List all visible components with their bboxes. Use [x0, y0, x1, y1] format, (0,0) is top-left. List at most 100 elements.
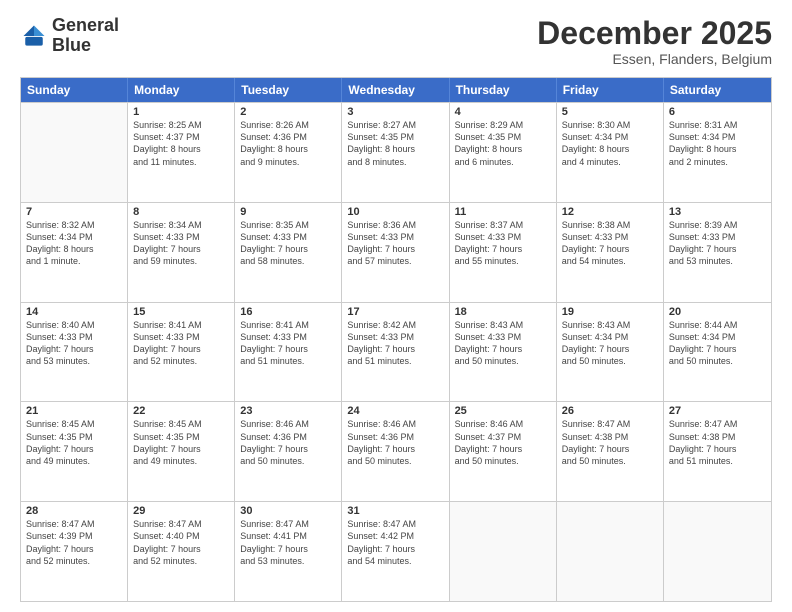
daylight-text: Daylight: 7 hours — [455, 243, 551, 255]
daylight-text: Daylight: 7 hours — [347, 343, 443, 355]
weekday-header: Tuesday — [235, 78, 342, 102]
day-number: 25 — [455, 405, 551, 417]
daylight-text: Daylight: 7 hours — [562, 343, 658, 355]
sunset-text: Sunset: 4:34 PM — [669, 331, 766, 343]
day-number: 17 — [347, 306, 443, 318]
daylight-text-cont: and 6 minutes. — [455, 156, 551, 168]
sunset-text: Sunset: 4:33 PM — [455, 231, 551, 243]
calendar-cell: 1Sunrise: 8:25 AMSunset: 4:37 PMDaylight… — [128, 103, 235, 202]
sunrise-text: Sunrise: 8:47 AM — [669, 418, 766, 430]
day-number: 15 — [133, 306, 229, 318]
calendar-cell: 15Sunrise: 8:41 AMSunset: 4:33 PMDayligh… — [128, 303, 235, 402]
sunrise-text: Sunrise: 8:39 AM — [669, 219, 766, 231]
sunset-text: Sunset: 4:33 PM — [669, 231, 766, 243]
daylight-text: Daylight: 7 hours — [26, 443, 122, 455]
sunrise-text: Sunrise: 8:37 AM — [455, 219, 551, 231]
daylight-text: Daylight: 8 hours — [562, 143, 658, 155]
daylight-text: Daylight: 8 hours — [669, 143, 766, 155]
daylight-text-cont: and 52 minutes. — [133, 555, 229, 567]
sunrise-text: Sunrise: 8:34 AM — [133, 219, 229, 231]
daylight-text-cont: and 55 minutes. — [455, 255, 551, 267]
calendar-cell: 4Sunrise: 8:29 AMSunset: 4:35 PMDaylight… — [450, 103, 557, 202]
sunset-text: Sunset: 4:37 PM — [455, 431, 551, 443]
calendar-cell — [21, 103, 128, 202]
sunset-text: Sunset: 4:35 PM — [133, 431, 229, 443]
day-number: 29 — [133, 505, 229, 517]
daylight-text: Daylight: 8 hours — [347, 143, 443, 155]
calendar-cell: 30Sunrise: 8:47 AMSunset: 4:41 PMDayligh… — [235, 502, 342, 601]
sunrise-text: Sunrise: 8:43 AM — [455, 319, 551, 331]
daylight-text-cont: and 51 minutes. — [240, 355, 336, 367]
calendar-cell: 31Sunrise: 8:47 AMSunset: 4:42 PMDayligh… — [342, 502, 449, 601]
calendar-cell: 29Sunrise: 8:47 AMSunset: 4:40 PMDayligh… — [128, 502, 235, 601]
sunset-text: Sunset: 4:40 PM — [133, 530, 229, 542]
day-number: 21 — [26, 405, 122, 417]
daylight-text-cont: and 53 minutes. — [26, 355, 122, 367]
sunrise-text: Sunrise: 8:25 AM — [133, 119, 229, 131]
daylight-text-cont: and 53 minutes. — [240, 555, 336, 567]
calendar-cell: 21Sunrise: 8:45 AMSunset: 4:35 PMDayligh… — [21, 402, 128, 501]
calendar-cell: 11Sunrise: 8:37 AMSunset: 4:33 PMDayligh… — [450, 203, 557, 302]
daylight-text-cont: and 57 minutes. — [347, 255, 443, 267]
daylight-text-cont: and 50 minutes. — [455, 455, 551, 467]
calendar-cell: 5Sunrise: 8:30 AMSunset: 4:34 PMDaylight… — [557, 103, 664, 202]
sunrise-text: Sunrise: 8:46 AM — [347, 418, 443, 430]
daylight-text-cont: and 51 minutes. — [669, 455, 766, 467]
calendar-cell: 2Sunrise: 8:26 AMSunset: 4:36 PMDaylight… — [235, 103, 342, 202]
day-number: 26 — [562, 405, 658, 417]
sunrise-text: Sunrise: 8:26 AM — [240, 119, 336, 131]
daylight-text-cont: and 49 minutes. — [26, 455, 122, 467]
sunrise-text: Sunrise: 8:40 AM — [26, 319, 122, 331]
daylight-text: Daylight: 7 hours — [240, 443, 336, 455]
calendar-cell — [664, 502, 771, 601]
day-number: 24 — [347, 405, 443, 417]
sunset-text: Sunset: 4:33 PM — [133, 231, 229, 243]
sunset-text: Sunset: 4:41 PM — [240, 530, 336, 542]
day-number: 3 — [347, 106, 443, 118]
calendar-cell: 27Sunrise: 8:47 AMSunset: 4:38 PMDayligh… — [664, 402, 771, 501]
daylight-text-cont: and 58 minutes. — [240, 255, 336, 267]
day-number: 8 — [133, 206, 229, 218]
weekday-header: Saturday — [664, 78, 771, 102]
calendar-header: SundayMondayTuesdayWednesdayThursdayFrid… — [21, 78, 771, 102]
calendar-cell: 9Sunrise: 8:35 AMSunset: 4:33 PMDaylight… — [235, 203, 342, 302]
sunrise-text: Sunrise: 8:46 AM — [455, 418, 551, 430]
sunrise-text: Sunrise: 8:43 AM — [562, 319, 658, 331]
sunset-text: Sunset: 4:38 PM — [562, 431, 658, 443]
calendar: SundayMondayTuesdayWednesdayThursdayFrid… — [20, 77, 772, 602]
calendar-row: 28Sunrise: 8:47 AMSunset: 4:39 PMDayligh… — [21, 501, 771, 601]
calendar-cell: 26Sunrise: 8:47 AMSunset: 4:38 PMDayligh… — [557, 402, 664, 501]
daylight-text-cont: and 50 minutes. — [455, 355, 551, 367]
day-number: 19 — [562, 306, 658, 318]
daylight-text: Daylight: 7 hours — [133, 343, 229, 355]
sunset-text: Sunset: 4:33 PM — [347, 331, 443, 343]
day-number: 13 — [669, 206, 766, 218]
daylight-text: Daylight: 7 hours — [240, 543, 336, 555]
sunrise-text: Sunrise: 8:31 AM — [669, 119, 766, 131]
calendar-cell: 24Sunrise: 8:46 AMSunset: 4:36 PMDayligh… — [342, 402, 449, 501]
daylight-text-cont: and 50 minutes. — [240, 455, 336, 467]
daylight-text-cont: and 53 minutes. — [669, 255, 766, 267]
calendar-cell: 25Sunrise: 8:46 AMSunset: 4:37 PMDayligh… — [450, 402, 557, 501]
calendar-cell: 22Sunrise: 8:45 AMSunset: 4:35 PMDayligh… — [128, 402, 235, 501]
sunrise-text: Sunrise: 8:27 AM — [347, 119, 443, 131]
month-title: December 2025 — [537, 16, 772, 51]
daylight-text: Daylight: 7 hours — [347, 443, 443, 455]
sunrise-text: Sunrise: 8:47 AM — [347, 518, 443, 530]
daylight-text: Daylight: 7 hours — [669, 443, 766, 455]
sunrise-text: Sunrise: 8:30 AM — [562, 119, 658, 131]
day-number: 14 — [26, 306, 122, 318]
daylight-text-cont: and 4 minutes. — [562, 156, 658, 168]
daylight-text-cont: and 8 minutes. — [347, 156, 443, 168]
weekday-header: Sunday — [21, 78, 128, 102]
daylight-text: Daylight: 7 hours — [133, 543, 229, 555]
sunset-text: Sunset: 4:34 PM — [669, 131, 766, 143]
day-number: 20 — [669, 306, 766, 318]
sunset-text: Sunset: 4:38 PM — [669, 431, 766, 443]
daylight-text: Daylight: 7 hours — [240, 243, 336, 255]
day-number: 11 — [455, 206, 551, 218]
daylight-text-cont: and 51 minutes. — [347, 355, 443, 367]
daylight-text: Daylight: 7 hours — [347, 543, 443, 555]
day-number: 1 — [133, 106, 229, 118]
daylight-text: Daylight: 8 hours — [26, 243, 122, 255]
